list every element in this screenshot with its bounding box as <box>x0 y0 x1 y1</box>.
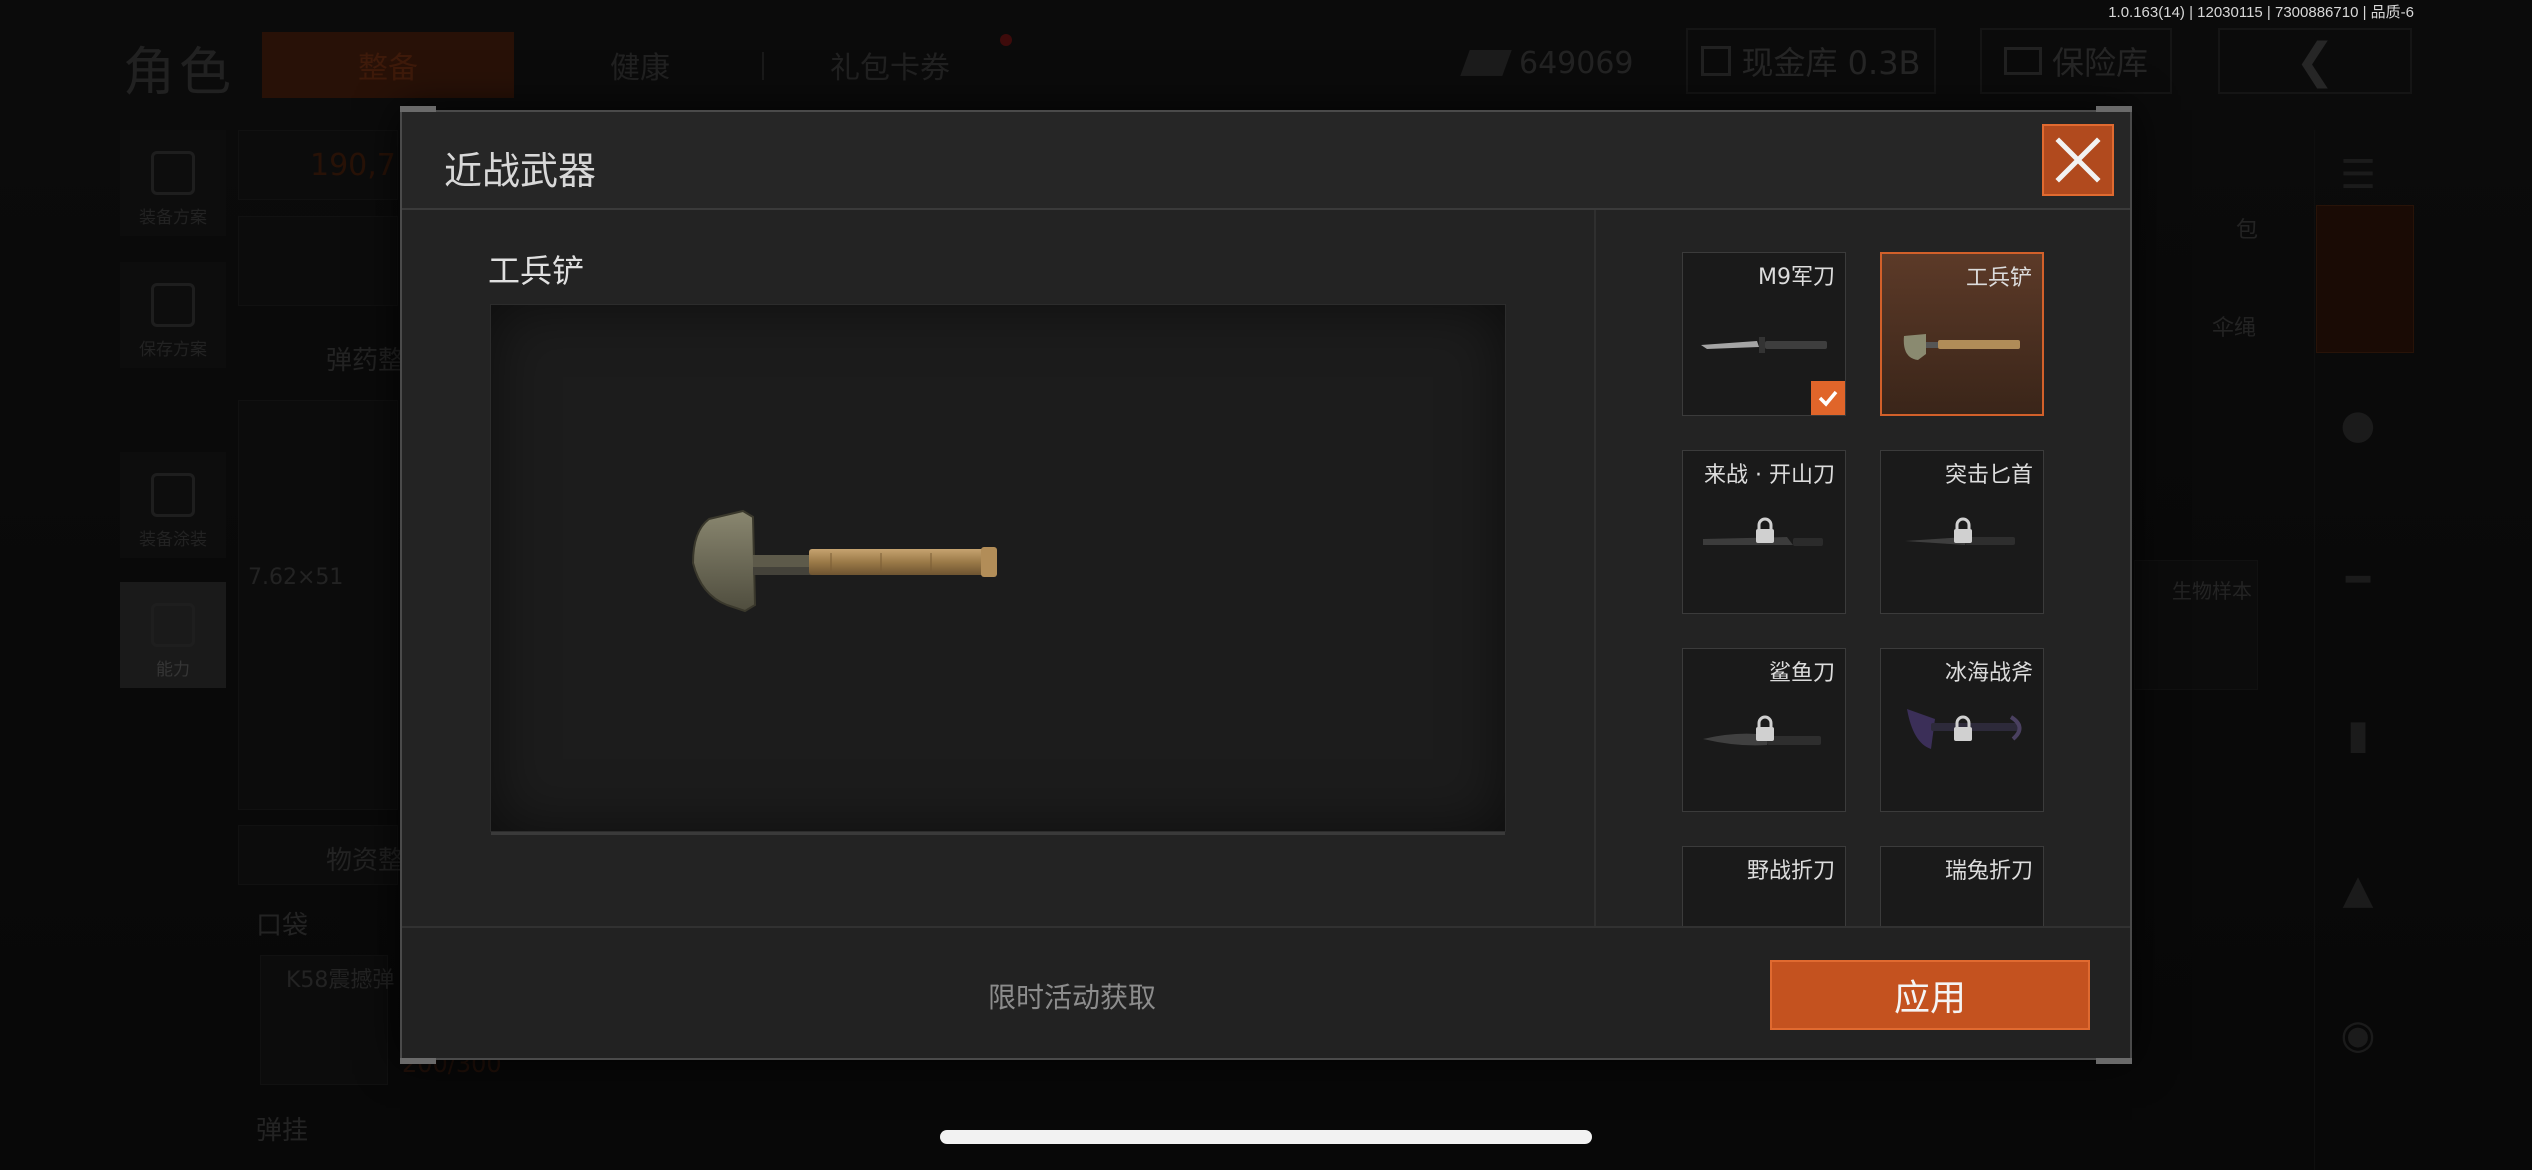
shovel-icon <box>1903 334 2020 360</box>
safe-label: 保险库 <box>2051 44 2148 82</box>
helmet-category-icon[interactable]: ● <box>2318 390 2398 460</box>
close-icon <box>2055 137 2101 183</box>
corner-decoration <box>400 1058 436 1064</box>
weapon-panel <box>238 400 398 810</box>
notification-dot <box>1000 34 1012 46</box>
save-plan-label: 保存方案 <box>139 340 207 360</box>
weapon-card-label: 野战折刀 <box>1746 859 1835 884</box>
dialog-title: 近战武器 <box>444 149 597 193</box>
weapon-card-shovel[interactable]: 工兵铲 <box>1880 252 2044 416</box>
weapon-card-m9[interactable]: M9军刀 <box>1682 252 1846 416</box>
pocket-item-name: K58震撼弹 <box>286 968 395 993</box>
melee-weapon-dialog: 近战武器 工兵铲 M9军刀 工兵铲 来战 · 开山刀 突击匕首 鲨鱼刀 冰海战斧… <box>400 106 2132 1064</box>
close-button[interactable] <box>2042 124 2114 196</box>
back-button[interactable]: ❮ <box>2218 28 2412 94</box>
safe-icon <box>2003 47 2042 75</box>
selected-weapon-name: 工兵铲 <box>488 252 585 290</box>
weapon-card-label: 突击匕首 <box>1944 463 2033 488</box>
hanging-label: 弹挂 <box>256 1116 309 1146</box>
helmet-icon <box>151 473 195 517</box>
category-active-item[interactable] <box>2316 205 2414 353</box>
weapon-card-assault-dagger[interactable]: 突击匕首 <box>1880 450 2044 614</box>
weapon-card-rabbit-folding-knife[interactable]: 瑞兔折刀 <box>1880 846 2044 928</box>
weapon-grid: M9军刀 工兵铲 来战 · 开山刀 突击匕首 鲨鱼刀 冰海战斧 野战折刀 瑞兔折… <box>1596 210 2130 928</box>
corner-decoration <box>2096 1058 2132 1064</box>
currency-value: 649069 <box>1519 45 1634 81</box>
tab-gift-coupons[interactable]: 礼包卡券 <box>800 32 980 98</box>
weapon-card-label: M9军刀 <box>1758 265 1835 290</box>
back-arrow-icon: ❮ <box>2294 33 2336 89</box>
apply-button[interactable]: 应用 <box>1770 960 2090 1030</box>
lock-icon <box>1954 715 1972 741</box>
knife-icon <box>1701 337 1827 353</box>
tab-health[interactable]: 健康 <box>560 32 720 98</box>
weapon-card-label: 瑞兔折刀 <box>1944 859 2033 884</box>
ability-label: 能力 <box>156 660 190 680</box>
ammo-category-icon[interactable]: ▲ <box>2318 855 2398 925</box>
weapon-card-machete[interactable]: 来战 · 开山刀 <box>1682 450 1846 614</box>
tab-equipment[interactable]: 整备 <box>262 32 514 98</box>
weapon-card-shark-knife[interactable]: 鲨鱼刀 <box>1682 648 1846 812</box>
preview-underline <box>491 832 1505 835</box>
check-icon <box>1818 390 1838 407</box>
equipment-plan-button[interactable]: 装备方案 <box>120 130 226 236</box>
weapon-card-label: 冰海战斧 <box>1944 661 2033 686</box>
magazine-category-icon[interactable]: ▮ <box>2318 700 2398 770</box>
version-text: 1.0.163(14) | 12030115 | 7300886710 | 品质… <box>2108 4 2414 21</box>
cash-icon <box>1460 50 1512 76</box>
vest-icon <box>151 151 195 195</box>
equipment-plan-label: 装备方案 <box>139 208 207 228</box>
tab-divider <box>762 52 764 80</box>
stack-icon[interactable]: ☰ <box>2318 140 2398 210</box>
weapon-card-label: 鲨鱼刀 <box>1768 661 1835 686</box>
supplies-label: 物资整 <box>326 846 405 876</box>
ability-button[interactable]: 能力 <box>120 582 226 688</box>
equipped-checkmark <box>1811 381 1845 415</box>
vault-icon <box>1701 46 1732 76</box>
equipment-skin-button[interactable]: 装备涂装 <box>120 452 226 558</box>
bag-label: 包 <box>2236 218 2259 243</box>
weapon-slot-panel <box>238 216 398 306</box>
dialog-header: 近战武器 <box>402 112 2130 210</box>
weapon-preview[interactable] <box>490 304 1506 835</box>
cash-vault-label: 现金库 0.3B <box>1741 44 1921 82</box>
bio-sample-label: 生物样本 <box>2172 579 2252 603</box>
weapon-preview-area: 工兵铲 <box>402 210 1594 928</box>
caliber-text: 7.62×51 <box>248 565 344 590</box>
download-icon <box>151 283 195 327</box>
rope-label: 伞绳 <box>2212 316 2257 341</box>
value-text: 190,7 <box>310 148 396 183</box>
equipment-skin-label: 装备涂装 <box>139 530 207 550</box>
acquire-hint: 限时活动获取 <box>988 981 1157 1014</box>
weapon-card-label: 工兵铲 <box>1965 266 2032 291</box>
home-indicator[interactable] <box>940 1130 1592 1144</box>
weapon-card-ice-axe[interactable]: 冰海战斧 <box>1880 648 2044 812</box>
scope-category-icon[interactable]: ◉ <box>2318 1000 2398 1070</box>
rifle-category-icon[interactable]: ━ <box>2318 545 2398 615</box>
lock-icon <box>1954 517 1972 543</box>
page-title: 角色 <box>123 43 236 103</box>
weapon-card-field-folding-knife[interactable]: 野战折刀 <box>1682 846 1846 928</box>
dialog-footer: 限时活动获取 应用 <box>402 926 2130 1058</box>
lock-icon <box>1756 715 1774 741</box>
currency-display: 649069 <box>1460 38 1634 88</box>
weapon-card-label: 来战 · 开山刀 <box>1704 463 1835 488</box>
ammo-label: 弹药整 <box>326 346 405 376</box>
pocket-label: 口袋 <box>256 911 309 941</box>
cash-vault-button[interactable]: 现金库 0.3B <box>1686 28 1936 94</box>
save-plan-button[interactable]: 保存方案 <box>120 262 226 368</box>
lock-icon <box>1756 517 1774 543</box>
safe-button[interactable]: 保险库 <box>1980 28 2172 94</box>
shovel-preview-image <box>691 509 997 613</box>
lightning-icon <box>151 603 195 647</box>
